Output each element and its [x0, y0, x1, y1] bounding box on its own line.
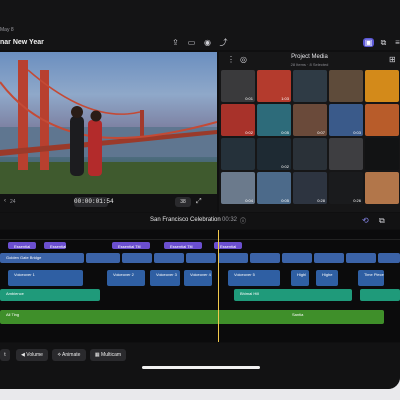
timeline-options-icon[interactable]: ⧉	[379, 216, 385, 226]
ipad-screen: May 8 nar New Year ⇪ ▭ ◉ ⤴ ▣ ⧉ ≡ ‹ 24 00…	[0, 0, 400, 389]
timeline-clip-ambient[interactable]	[360, 289, 400, 301]
viewer-zoom[interactable]: 38	[175, 197, 191, 207]
rewind-icon[interactable]: ‹	[4, 198, 6, 204]
thumbnail-duration: 0:02	[281, 164, 289, 169]
timeline[interactable]: Essential Essential Tit Essential Titl Esse…	[0, 230, 400, 342]
thumbnail-duration: 1:03	[281, 96, 289, 101]
animate-icon: ⟡	[57, 352, 61, 358]
timeline-clip-music[interactable]: All Ting	[0, 310, 290, 324]
media-thumbnail[interactable]	[293, 70, 327, 102]
viewer-frame	[0, 60, 217, 194]
timeline-clip-voiceover[interactable]: Voiceover 3	[150, 270, 180, 286]
timeline-clip-voiceover[interactable]: Voiceover 4	[184, 270, 212, 286]
timeline-clip-voiceover[interactable]: Voiceover 1	[8, 270, 83, 286]
thumbnail-duration: 0:03	[353, 130, 361, 135]
media-thumbnail[interactable]	[365, 70, 399, 102]
voiceover-icon[interactable]: ◉	[203, 38, 212, 47]
inspector-icon[interactable]: ≡	[393, 38, 400, 47]
timeline-clip-voiceover[interactable]: Highl	[291, 270, 309, 286]
playhead[interactable]	[218, 230, 219, 342]
timeline-clip-ambient[interactable]: Bhimal Hill	[234, 289, 352, 301]
media-thumbnail[interactable]: 0:03	[329, 104, 363, 136]
video-viewer[interactable]	[0, 52, 217, 194]
timeline-clip-primary[interactable]	[86, 253, 120, 263]
browser-title: Project Media	[291, 54, 328, 60]
effects-icon[interactable]: ⧉	[379, 38, 388, 47]
thumbnail-duration: 0:07	[317, 130, 325, 135]
timeline-clip-primary[interactable]	[186, 253, 216, 263]
timeline-clip-voiceover[interactable]: Voiceover 2	[107, 270, 145, 286]
timeline-clip-music[interactable]: Santia	[286, 310, 384, 324]
media-thumbnail[interactable]	[329, 70, 363, 102]
timeline-clip-voiceover[interactable]: Voiceover 5	[228, 270, 280, 286]
media-thumbnail[interactable]: 0:04	[221, 172, 255, 204]
thumbnail-duration: 0:01	[245, 96, 253, 101]
media-thumbnail[interactable]: 0:05	[257, 172, 291, 204]
multicam-button[interactable]: ▦ Multicam	[90, 349, 126, 361]
timeline-clip-voiceover[interactable]: Highe	[316, 270, 338, 286]
multicam-icon: ▦	[94, 352, 100, 358]
timeline-clip-titles[interactable]: Essential Titl	[164, 242, 202, 249]
media-thumbnail[interactable]	[365, 138, 399, 170]
timeline-link-icon[interactable]: ⟲	[362, 216, 369, 225]
timeline-clip-primary[interactable]	[122, 253, 152, 263]
volume-button[interactable]: ◀ Volume	[16, 349, 48, 361]
media-thumbnail[interactable]: 0:02	[221, 104, 255, 136]
home-indicator	[142, 366, 260, 369]
date-label: May 8	[0, 27, 14, 33]
animate-label: Animate	[62, 352, 81, 358]
volume-label: Volume	[26, 352, 43, 358]
media-thumbnail[interactable]: 0:07	[293, 104, 327, 136]
timeline-clip-primary[interactable]	[314, 253, 344, 263]
animate-button[interactable]: ⟡ Animate	[52, 349, 86, 361]
export-icon[interactable]: ⤴	[219, 38, 228, 47]
timeline-clip-primary[interactable]	[250, 253, 280, 263]
timeline-clip-primary[interactable]	[346, 253, 376, 263]
thumbnail-duration: 0:02	[245, 130, 253, 135]
media-thumbnail[interactable]	[329, 138, 363, 170]
media-thumbnail[interactable]	[365, 104, 399, 136]
browser-subtitle: 28 Items · 8 Selected	[290, 62, 329, 67]
media-thumbnail[interactable]	[365, 172, 399, 204]
timecode-display[interactable]: 00:00:01:54	[74, 197, 114, 207]
volume-icon: ◀	[21, 352, 25, 358]
timeline-clip-voiceover[interactable]: Time Piece	[358, 270, 384, 286]
thumbnail-duration: 0:05	[281, 130, 289, 135]
media-thumbnail[interactable]: 1:03	[257, 70, 291, 102]
edit-tool-button[interactable]: t	[0, 349, 10, 361]
media-thumbnail[interactable]: 0:26	[329, 172, 363, 204]
thumbnail-duration: 0:04	[245, 198, 253, 203]
timeline-clip-primary[interactable]	[218, 253, 248, 263]
media-thumbnail[interactable]	[293, 138, 327, 170]
timeline-clip-primary[interactable]: Golden Gate Bridge	[0, 253, 84, 263]
timeline-clip-primary[interactable]	[378, 253, 400, 263]
timeline-clip-titles[interactable]: Essential Titl	[112, 242, 150, 249]
timeline-project-name: San Francisco Celebration	[150, 217, 221, 223]
timeline-clip-primary[interactable]	[282, 253, 312, 263]
thumbnail-duration: 0:28	[317, 198, 325, 203]
timeline-clip-ambient[interactable]: Ambience	[0, 289, 100, 301]
media-thumbnail[interactable]: 0:01	[221, 70, 255, 102]
thumbnail-duration: 0:26	[353, 198, 361, 203]
viewer-left-value: 24	[10, 199, 16, 205]
camera-icon[interactable]: ▭	[187, 38, 196, 47]
timeline-clip-titles[interactable]: Essential Tit	[44, 242, 66, 249]
fullscreen-icon[interactable]: ⤢	[196, 198, 202, 206]
info-icon[interactable]: ⓘ	[240, 216, 246, 225]
project-title[interactable]: nar New Year	[0, 39, 44, 46]
thumbnail-duration: 0:05	[281, 198, 289, 203]
media-thumbnail[interactable]	[221, 138, 255, 170]
multicam-label: Multicam	[101, 352, 122, 358]
media-browser-icon[interactable]: ▣	[363, 38, 374, 47]
timeline-ruler[interactable]	[0, 230, 400, 240]
media-thumbnail[interactable]: 0:28	[293, 172, 327, 204]
share-icon[interactable]: ⇪	[171, 38, 180, 47]
media-browser: ⋮ ◎ ⊞ Project Media 28 Items · 8 Selecte…	[219, 52, 400, 212]
timeline-duration: 00:32	[222, 217, 238, 223]
media-thumbnail[interactable]: 0:02	[257, 138, 291, 170]
timeline-clip-primary[interactable]	[154, 253, 184, 263]
top-toolbar: May 8 nar New Year ⇪ ▭ ◉ ⤴ ▣ ⧉ ≡	[0, 0, 400, 50]
timeline-clip-titles[interactable]: Essential	[8, 242, 36, 249]
media-thumbnail[interactable]: 0:05	[257, 104, 291, 136]
